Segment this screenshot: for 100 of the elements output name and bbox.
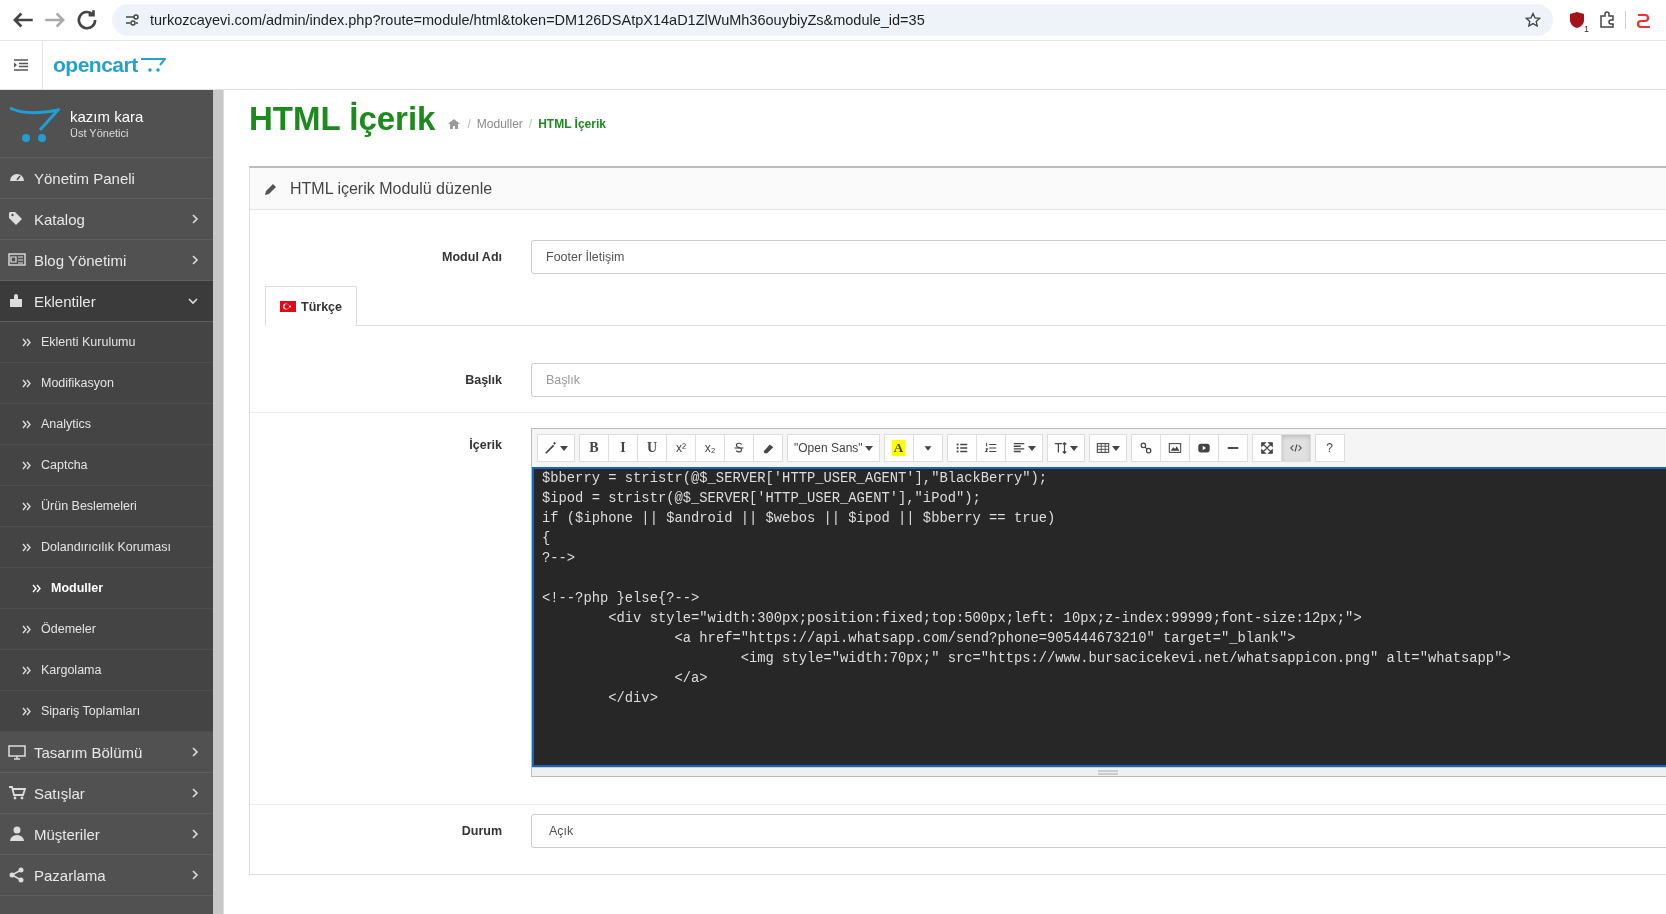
site-settings-icon[interactable] xyxy=(124,12,140,28)
video-icon xyxy=(1196,441,1211,455)
toolbar-button[interactable] xyxy=(1251,434,1282,462)
image-icon xyxy=(1167,441,1182,455)
toolbar-button[interactable] xyxy=(1188,434,1219,462)
cart-icon xyxy=(8,784,26,802)
fullscreen-icon xyxy=(1259,441,1274,455)
strikethrough-icon xyxy=(732,441,746,455)
chevron-right-icon xyxy=(191,746,199,758)
submenu-item[interactable]: Captcha xyxy=(0,445,213,486)
link-icon xyxy=(1138,441,1153,455)
submenu-item[interactable]: Dolandırıcılık Koruması xyxy=(0,527,213,568)
share-icon xyxy=(8,866,26,884)
bullet-list-icon xyxy=(954,441,969,455)
star-icon[interactable] xyxy=(1525,12,1541,28)
toolbar-button[interactable]: x² xyxy=(666,434,696,462)
submenu-item[interactable]: Moduller xyxy=(0,568,213,609)
toolbar-button[interactable]: A xyxy=(883,434,914,462)
caret-icon xyxy=(560,445,568,451)
shield-icon[interactable] xyxy=(1568,11,1586,29)
extension-icon[interactable] xyxy=(1635,11,1653,29)
user-icon xyxy=(8,825,26,843)
toolbar-button[interactable]: U xyxy=(637,434,667,462)
breadcrumb-link[interactable]: Moduller xyxy=(476,117,523,131)
home-icon[interactable] xyxy=(447,118,462,130)
submenu-item[interactable]: Modifikasyon xyxy=(0,363,213,404)
toolbar-button[interactable] xyxy=(1004,434,1043,462)
chevron-right-icon xyxy=(191,787,199,799)
caret-icon xyxy=(864,445,873,451)
submenu-item[interactable]: Eklenti Kurulumu xyxy=(0,322,213,363)
toolbar-button[interactable] xyxy=(1088,434,1127,462)
resize-handle[interactable] xyxy=(1098,769,1118,775)
breadcrumb-separator: / xyxy=(528,117,533,131)
caret-icon xyxy=(1069,445,1078,451)
code-icon xyxy=(1288,441,1303,455)
toolbar-button[interactable]: ? xyxy=(1314,434,1345,462)
table-icon xyxy=(1095,441,1110,455)
caret-icon xyxy=(1111,445,1120,451)
breadcrumb-separator: / xyxy=(467,117,471,131)
submenu-item[interactable]: Kargolama xyxy=(0,650,213,691)
toolbar-button[interactable] xyxy=(946,434,977,462)
user-role: Üst Yönetici xyxy=(70,127,130,139)
cart-logo-icon xyxy=(139,57,166,73)
user-name: kazım kara xyxy=(70,108,144,125)
language-tab[interactable]: Türkçe xyxy=(265,286,357,326)
breadcrumb-link[interactable]: HTML İçerik xyxy=(538,117,606,131)
chevron-right-icon xyxy=(191,828,199,840)
chevron-right-icon xyxy=(191,254,199,266)
toolbar-button[interactable] xyxy=(753,434,783,462)
sidebar-scrollbar[interactable] xyxy=(213,90,224,914)
toolbar-button[interactable] xyxy=(1046,434,1085,462)
select-field[interactable]: Açık xyxy=(531,814,1666,848)
panel-heading: HTML içerik Modulü düzenle xyxy=(290,179,493,198)
puzzle-icon[interactable] xyxy=(1598,11,1616,29)
menu-icon xyxy=(13,59,29,71)
double-chevron-icon xyxy=(22,542,31,552)
code-editor[interactable] xyxy=(532,467,1666,767)
caret-icon xyxy=(1027,445,1036,451)
submenu-item[interactable]: Ürün Beslemeleri xyxy=(0,486,213,527)
double-chevron-icon xyxy=(32,583,41,593)
flag-icon xyxy=(280,301,296,312)
toolbar-button[interactable]: B xyxy=(579,434,609,462)
chevron-down-icon xyxy=(187,297,199,305)
numbered-list-icon xyxy=(983,441,998,455)
submenu-item[interactable]: Ödemeler xyxy=(0,609,213,650)
code-text: $bberry = stristr(@$_SERVER['HTTP_USER_AGENT'],"BlackBerry"); $ipod = stristr(@$_SERVER['HTTP_USER_AGENT'],"iPod"); if ($iphone || $android || $webos || $ipod || $bberry == true) { ?--> <!--?php }else{?--> <div style="width:300px;position:fixed;top:500px;left: 10px;z-index:99999;font-size:12px;"> <a href="https://api.whatsapp.com/send?phone=905444673210" target="_blank"> <img style="width:70px;" src="https://www.bursacicekevi.net/whatsappicon.png" alt="whatsapp"> </a> </div> xyxy=(541,470,1512,708)
double-chevron-icon xyxy=(22,419,31,429)
align-left-icon xyxy=(1011,441,1026,455)
toolbar-button[interactable]: I xyxy=(608,434,638,462)
field-label: Modul Adı xyxy=(441,249,503,264)
sidebar-item[interactable]: Eklentiler xyxy=(0,281,213,322)
toolbar-button[interactable] xyxy=(975,434,1006,462)
url-text: turkozcayevi.com/admin/index.php?route=module/html&token=DM126DSAtpX14aD1ZlWuMh36ouybiyZs&module_id=35 xyxy=(150,12,926,28)
double-chevron-icon xyxy=(22,460,31,470)
toolbar-button[interactable] xyxy=(1159,434,1190,462)
toolbar-button[interactable] xyxy=(1130,434,1161,462)
newspaper-icon xyxy=(8,251,26,269)
field-label: Durum xyxy=(460,823,503,838)
magic-wand-icon xyxy=(544,441,558,455)
toolbar-button[interactable]: x₂ xyxy=(695,434,725,462)
toolbar-button[interactable] xyxy=(724,434,754,462)
double-chevron-icon xyxy=(22,337,31,347)
double-chevron-icon xyxy=(22,501,31,511)
address-bar[interactable]: turkozcayevi.com/admin/index.php?route=module/html&token=DM126DSAtpX14aD1ZlWuMh36ouybiyZs&module_id=35 xyxy=(112,4,1553,36)
double-chevron-icon xyxy=(22,378,31,388)
submenu-item[interactable]: Sipariş Toplamları xyxy=(0,691,213,732)
input-field[interactable]: Footer İletişim xyxy=(531,240,1666,274)
toolbar-button[interactable] xyxy=(1217,434,1248,462)
field-label: İçerik xyxy=(468,437,503,452)
page-title: HTML İçerik xyxy=(249,100,436,138)
field-label: Başlık xyxy=(464,372,503,387)
chevron-right-icon xyxy=(191,869,199,881)
double-chevron-icon xyxy=(22,624,31,634)
monitor-icon xyxy=(8,743,26,761)
toolbar-button[interactable] xyxy=(537,434,575,462)
submenu-item[interactable]: Analytics xyxy=(0,404,213,445)
pencil-icon xyxy=(264,181,278,196)
chevron-right-icon xyxy=(191,213,199,225)
text-height-icon xyxy=(1053,441,1068,455)
toolbar-button[interactable]: "Open Sans" xyxy=(787,434,880,462)
